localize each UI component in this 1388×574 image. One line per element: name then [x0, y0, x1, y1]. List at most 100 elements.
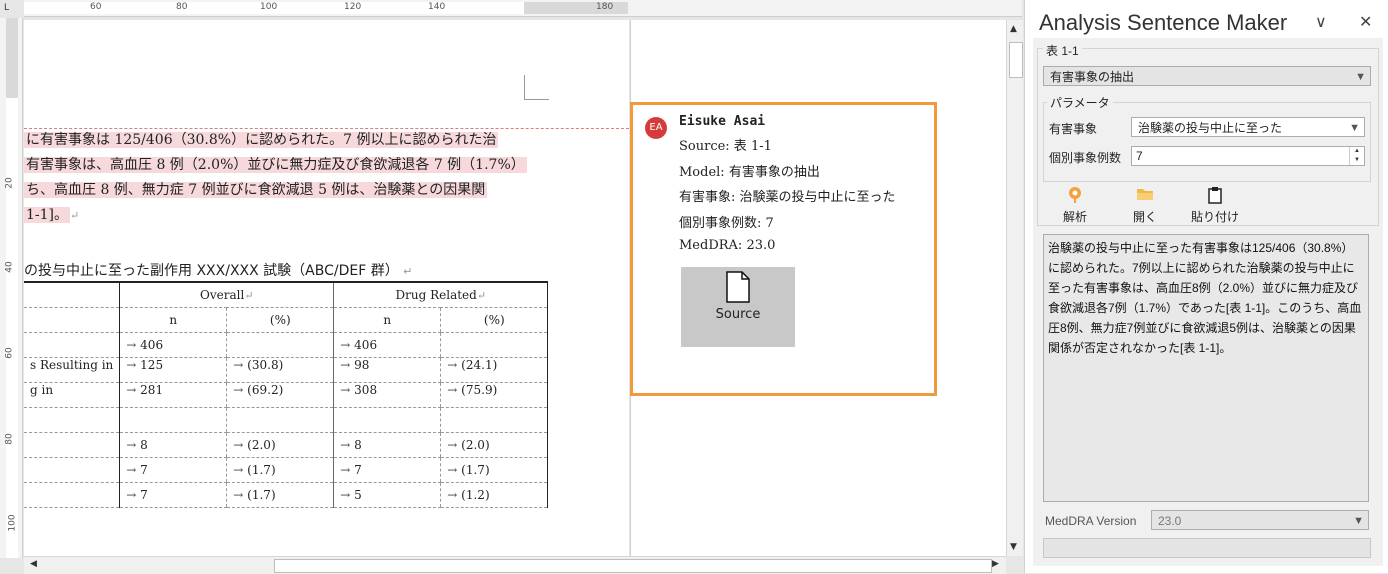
- comment-line[interactable]: 個別事象例数: 7: [679, 212, 774, 231]
- table-cell[interactable]: → (1.7): [440, 457, 549, 483]
- highlighted-text: 有害事象は、高血圧 8 例（2.0%）並びに無力症及び食欲減退各 7 例（1.7…: [24, 157, 527, 173]
- table-stub-cell[interactable]: s Resulting in: [24, 357, 121, 383]
- table-cell[interactable]: n: [333, 307, 441, 333]
- scroll-right-icon[interactable]: ▶: [992, 559, 999, 569]
- table-cell[interactable]: → 281: [119, 382, 227, 408]
- paragraph-line[interactable]: に有害事象は 125/406（30.8%）に認められた。7 例以上に認められた治: [24, 128, 499, 152]
- paste-button[interactable]: 貼り付け: [1189, 186, 1241, 225]
- comment-line[interactable]: MedDRA: 23.0: [679, 238, 775, 253]
- meddra-version-select[interactable]: 23.0 ▼: [1151, 510, 1369, 530]
- table-stub-cell[interactable]: [24, 482, 121, 508]
- highlighted-text: に有害事象は 125/406（30.8%）に認められた。7 例以上に認められた治: [24, 132, 499, 148]
- table-title[interactable]: の投与中止に至った副作用 XXX/XXX 試験（ABC/DEF 群） ↵: [24, 260, 412, 280]
- scroll-down-icon[interactable]: ▼: [1010, 542, 1017, 552]
- document-page[interactable]: に有害事象は 125/406（30.8%）に認められた。7 例以上に認められた治…: [24, 20, 629, 556]
- table-cell[interactable]: → (1.2): [440, 482, 549, 508]
- paste-button-label: 貼り付け: [1190, 210, 1239, 224]
- scroll-up-icon[interactable]: ▲: [1010, 24, 1017, 34]
- params-group-label: パラメータ: [1047, 94, 1113, 111]
- comment-card[interactable]: EA Eisuke Asai Source: 表 1-1 Model: 有害事象…: [630, 102, 937, 396]
- analyze-button[interactable]: 解析: [1049, 186, 1101, 225]
- ruler-tick: 100: [260, 2, 278, 12]
- table-cell[interactable]: → 8: [119, 432, 227, 458]
- ruler-tick: 180: [596, 2, 614, 12]
- comment-line[interactable]: Source: 表 1-1: [679, 135, 772, 154]
- data-table[interactable]: Overall↵ Drug Related↵ n (%) n (%) → 406…: [24, 281, 549, 508]
- table-cell[interactable]: → (30.8): [226, 357, 334, 383]
- chevron-down-icon: ▼: [1353, 515, 1364, 527]
- table-cell[interactable]: → 308: [333, 382, 441, 408]
- table-header-overall[interactable]: Overall↵: [119, 281, 334, 308]
- scroll-left-icon[interactable]: ◀: [30, 559, 37, 569]
- table-cell[interactable]: → (75.9): [440, 382, 549, 408]
- table-header-drug-related[interactable]: Drug Related↵: [333, 281, 549, 308]
- vertical-scrollbar[interactable]: ▲ ▼: [1006, 20, 1023, 556]
- chevron-down-icon[interactable]: ∨: [1315, 12, 1327, 31]
- table-cell[interactable]: (%): [440, 307, 549, 333]
- table-cell[interactable]: [440, 407, 549, 433]
- comment-line[interactable]: 有害事象: 治験薬の投与中止に至った: [679, 186, 896, 205]
- paragraph-line[interactable]: 1-1]。 ↵: [24, 203, 79, 227]
- folder-open-icon: [1119, 186, 1171, 208]
- table-group-label: 表 1-1: [1043, 42, 1082, 59]
- table-cell[interactable]: → 8: [333, 432, 441, 458]
- ruler-tick: 20: [4, 177, 15, 189]
- paragraph-line[interactable]: 有害事象は、高血圧 8 例（2.0%）並びに無力症及び食欲減退各 7 例（1.7…: [24, 153, 527, 177]
- spinner-up-down-icon[interactable]: ▲ ▼: [1349, 147, 1364, 165]
- table-cell[interactable]: n: [119, 307, 227, 333]
- chevron-down-icon: ▼: [1349, 122, 1360, 134]
- table-cell[interactable]: → 406: [333, 332, 441, 358]
- close-icon[interactable]: ✕: [1359, 12, 1372, 31]
- scrollbar-thumb[interactable]: [1009, 42, 1023, 78]
- model-select[interactable]: 有害事象の抽出 ▼: [1043, 66, 1371, 86]
- open-button[interactable]: 開く: [1119, 186, 1171, 225]
- table-cell[interactable]: → 125: [119, 357, 227, 383]
- ruler-tick: 140: [428, 2, 446, 12]
- table-cell[interactable]: (%): [226, 307, 334, 333]
- table-stub-cell[interactable]: g in: [24, 382, 121, 408]
- document-area: に有害事象は 125/406（30.8%）に認められた。7 例以上に認められた治…: [24, 20, 1006, 556]
- horizontal-scrollbar[interactable]: ◀ ▶: [24, 556, 1006, 574]
- scrollbar-thumb[interactable]: [274, 559, 992, 573]
- count-spinner[interactable]: 7 ▲ ▼: [1131, 146, 1365, 166]
- progress-bar: [1043, 538, 1371, 558]
- table-stub-cell[interactable]: [24, 332, 121, 358]
- table-cell[interactable]: → 7: [333, 457, 441, 483]
- table-cell[interactable]: → (2.0): [440, 432, 549, 458]
- tab-stop-selector[interactable]: L: [4, 3, 14, 13]
- table-cell[interactable]: [119, 407, 227, 433]
- ruler-tick: 100: [7, 514, 18, 532]
- paragraph-mark-icon: ↵: [70, 209, 80, 222]
- table-cell[interactable]: [226, 332, 334, 358]
- table-stub-cell[interactable]: [24, 407, 121, 433]
- table-cell[interactable]: → (1.7): [226, 457, 334, 483]
- table-cell[interactable]: [440, 332, 549, 358]
- adverse-event-select[interactable]: 治験薬の投与中止に至った ▼: [1131, 117, 1365, 137]
- analyze-icon: [1049, 186, 1101, 208]
- clipboard-icon: [1189, 186, 1241, 208]
- table-cell[interactable]: → (69.2): [226, 382, 334, 408]
- table-cell[interactable]: → 406: [119, 332, 227, 358]
- table-cell[interactable]: [226, 407, 334, 433]
- table-stub-cell[interactable]: [24, 307, 121, 333]
- table-stub-cell[interactable]: [24, 457, 121, 483]
- table-stub-cell[interactable]: [24, 281, 121, 308]
- table-cell[interactable]: → (2.0): [226, 432, 334, 458]
- horizontal-ruler[interactable]: 60 80 100 120 140 180: [24, 0, 1022, 17]
- table-cell[interactable]: → (1.7): [226, 482, 334, 508]
- ruler-tick: 60: [4, 347, 15, 359]
- source-button[interactable]: Source: [681, 267, 795, 347]
- vertical-ruler[interactable]: 20 40 60 80 100: [0, 18, 23, 558]
- table-cell[interactable]: → 98: [333, 357, 441, 383]
- result-text-area[interactable]: 治験薬の投与中止に至った有害事象は125/406（30.8%）に認められた。7例…: [1043, 234, 1369, 502]
- paragraph-line[interactable]: ち、高血圧 8 例、無力症 7 例並びに食欲減退 5 例は、治験薬との因果関: [24, 178, 488, 202]
- table-cell[interactable]: [333, 407, 441, 433]
- comment-line[interactable]: Model: 有害事象の抽出: [679, 161, 820, 180]
- table-cell[interactable]: → 5: [333, 482, 441, 508]
- source-button-label: Source: [715, 307, 761, 322]
- table-stub-cell[interactable]: [24, 432, 121, 458]
- ruler-tick: 40: [4, 261, 15, 273]
- table-cell[interactable]: → 7: [119, 457, 227, 483]
- table-cell[interactable]: → 7: [119, 482, 227, 508]
- table-cell[interactable]: → (24.1): [440, 357, 549, 383]
